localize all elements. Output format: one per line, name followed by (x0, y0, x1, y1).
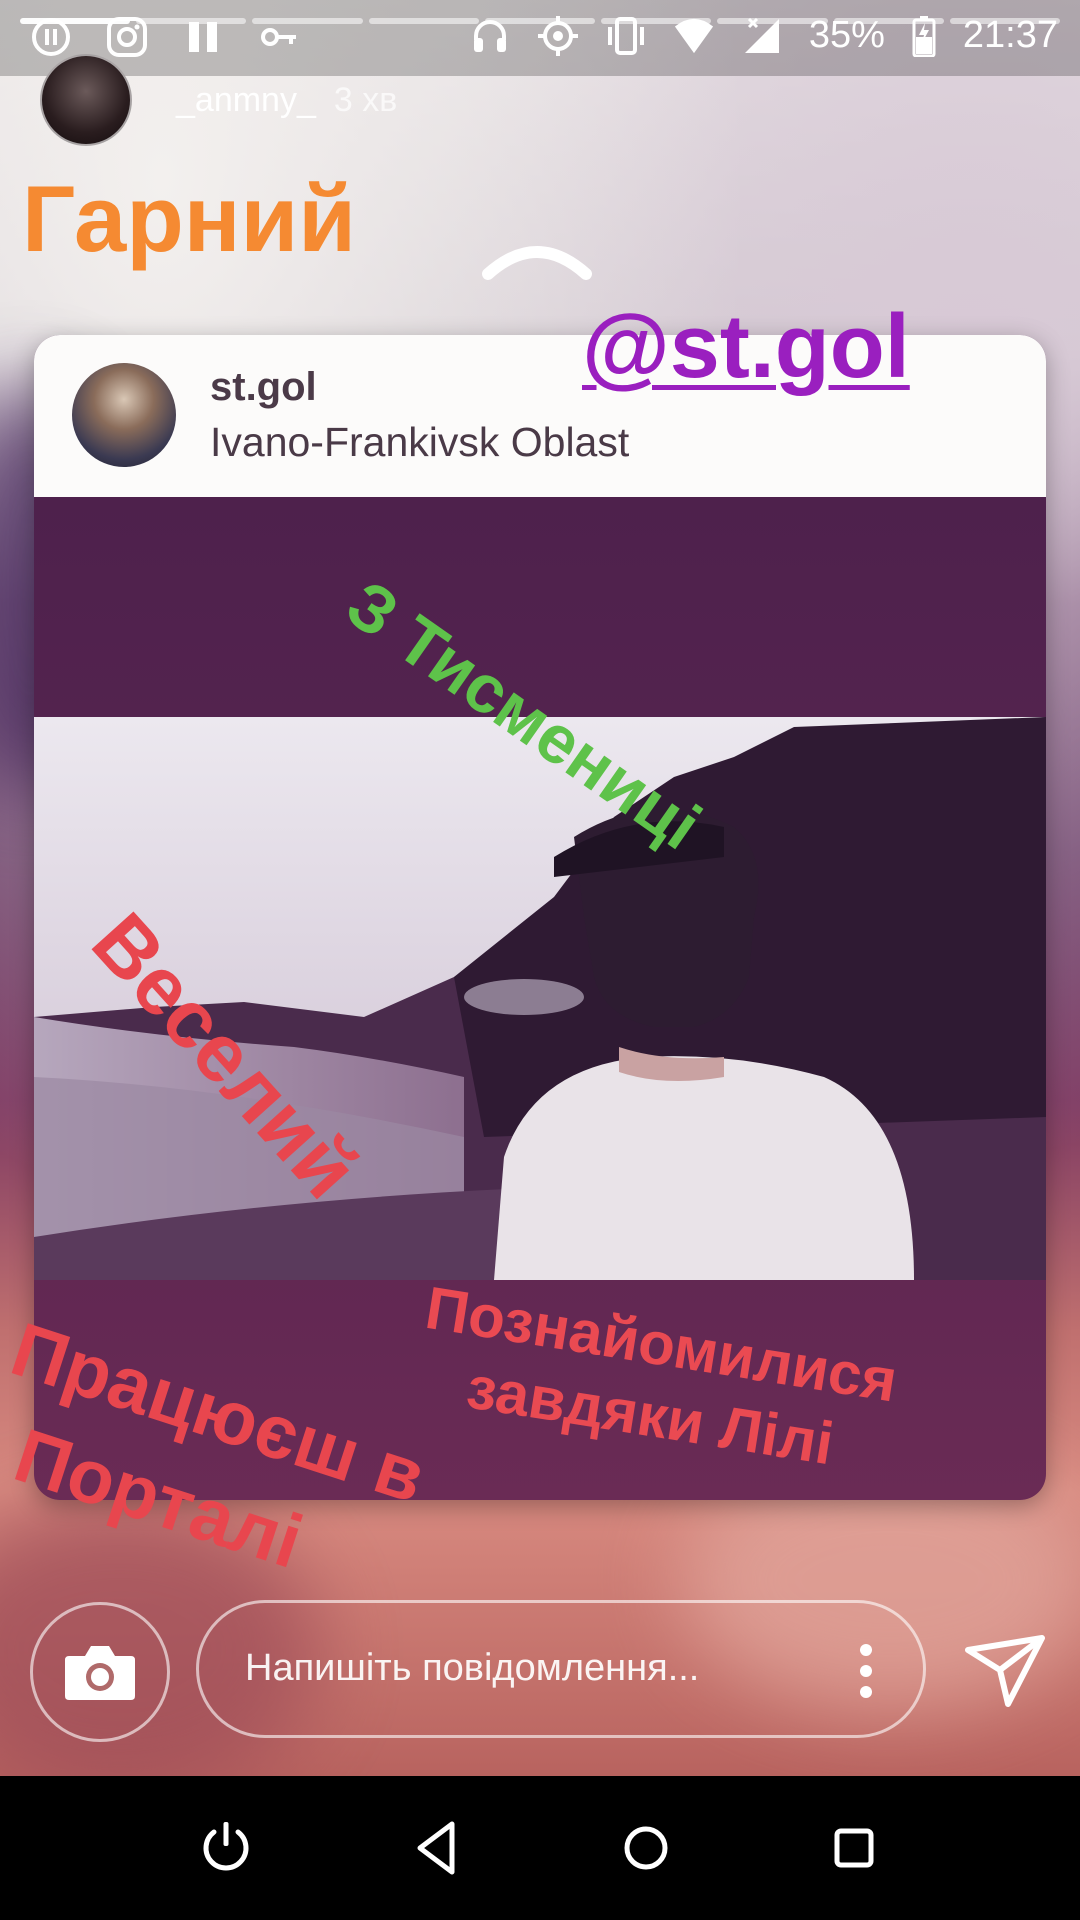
story-progress-bar (20, 18, 1060, 24)
back-icon[interactable] (406, 1816, 470, 1880)
shared-post-avatar[interactable] (72, 363, 176, 467)
progress-segment (949, 18, 1060, 24)
send-icon[interactable] (964, 1632, 1046, 1708)
sticker-text-garnyi[interactable]: Гарний (22, 165, 356, 273)
progress-segment (717, 18, 828, 24)
more-options-icon[interactable] (859, 1643, 873, 1699)
swipe-up-chevron-icon[interactable] (482, 240, 592, 280)
progress-segment (484, 18, 596, 24)
reply-message-input[interactable]: Напишіть повідомлення... (196, 1600, 926, 1738)
progress-segment (252, 18, 363, 24)
story-viewer[interactable]: 35% 21:37 _anmny_ 3 хв Гарний st.gol Iva… (0, 0, 1080, 1776)
story-username[interactable]: _anmny_ (176, 81, 316, 120)
shared-post-username[interactable]: st.gol (210, 365, 317, 410)
story-time: 3 хв (333, 80, 398, 119)
avatar[interactable] (40, 54, 132, 146)
sticker-mention[interactable]: @st.gol (582, 296, 910, 399)
story-header[interactable]: _anmny_ 3 хв (40, 54, 397, 146)
sticker-mention-text[interactable]: @st.gol (582, 297, 910, 397)
system-nav-bar (0, 1776, 1080, 1920)
power-icon[interactable] (194, 1816, 258, 1880)
progress-segment (20, 18, 131, 24)
progress-segment (833, 18, 944, 24)
recents-icon[interactable] (822, 1816, 886, 1880)
home-icon[interactable] (614, 1816, 678, 1880)
camera-icon (65, 1646, 135, 1700)
camera-button[interactable] (30, 1602, 170, 1742)
shared-post-location[interactable]: Ivano-Frankivsk Oblast (210, 419, 629, 466)
reply-placeholder: Напишіть повідомлення... (245, 1647, 700, 1689)
progress-segment (136, 18, 247, 24)
progress-segment (368, 18, 479, 24)
progress-segment (601, 18, 712, 24)
